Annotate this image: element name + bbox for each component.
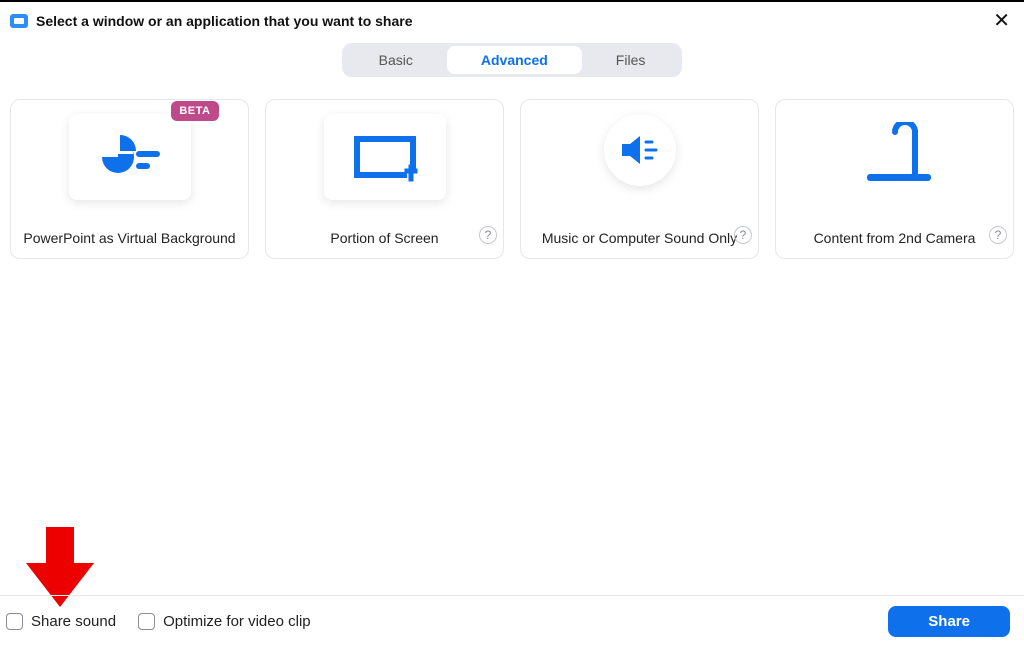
share-sound-checkbox[interactable]: Share sound xyxy=(6,613,116,630)
footer-options: Share sound Optimize for video clip xyxy=(6,613,311,630)
optimize-video-label: Optimize for video clip xyxy=(163,613,311,630)
option-label: PowerPoint as Virtual Background xyxy=(23,230,235,246)
speaker-sound-icon xyxy=(618,132,662,168)
camera-thumbnail xyxy=(847,114,943,200)
option-label: Music or Computer Sound Only xyxy=(542,230,737,246)
checkbox-box-icon xyxy=(138,613,155,630)
presentation-pie-icon xyxy=(94,133,166,181)
option-computer-sound-only[interactable]: Music or Computer Sound Only ? xyxy=(520,99,759,259)
share-options-grid: BETA PowerPoint as Virtual Background Po… xyxy=(0,77,1024,259)
crop-rectangle-icon xyxy=(349,131,421,183)
zoom-app-icon xyxy=(10,14,28,28)
tab-advanced[interactable]: Advanced xyxy=(447,46,582,74)
close-button[interactable]: ✕ xyxy=(989,8,1014,33)
document-camera-icon xyxy=(847,122,943,192)
sound-thumbnail xyxy=(604,114,676,186)
tab-basic[interactable]: Basic xyxy=(345,46,447,74)
option-powerpoint-virtual-background[interactable]: BETA PowerPoint as Virtual Background xyxy=(10,99,249,259)
option-label: Portion of Screen xyxy=(330,230,438,246)
tabs-container: Basic Advanced Files xyxy=(0,43,1024,77)
title-bar-left: Select a window or an application that y… xyxy=(10,13,413,29)
title-bar: Select a window or an application that y… xyxy=(0,2,1024,39)
close-icon: ✕ xyxy=(993,10,1010,32)
tabs: Basic Advanced Files xyxy=(342,43,683,77)
portion-thumbnail xyxy=(324,114,446,200)
help-icon[interactable]: ? xyxy=(479,226,497,244)
window-title: Select a window or an application that y… xyxy=(36,13,413,29)
option-portion-of-screen[interactable]: Portion of Screen ? xyxy=(265,99,504,259)
help-icon[interactable]: ? xyxy=(989,226,1007,244)
optimize-video-checkbox[interactable]: Optimize for video clip xyxy=(138,613,311,630)
beta-badge: BETA xyxy=(171,101,218,121)
share-sound-label: Share sound xyxy=(31,613,116,630)
help-icon[interactable]: ? xyxy=(734,226,752,244)
option-second-camera[interactable]: Content from 2nd Camera ? xyxy=(775,99,1014,259)
option-label: Content from 2nd Camera xyxy=(814,230,976,246)
share-button[interactable]: Share xyxy=(888,606,1010,637)
tab-files[interactable]: Files xyxy=(582,46,680,74)
footer-bar: Share sound Optimize for video clip Shar… xyxy=(0,595,1024,647)
checkbox-box-icon xyxy=(6,613,23,630)
ppt-thumbnail: BETA xyxy=(69,114,191,200)
